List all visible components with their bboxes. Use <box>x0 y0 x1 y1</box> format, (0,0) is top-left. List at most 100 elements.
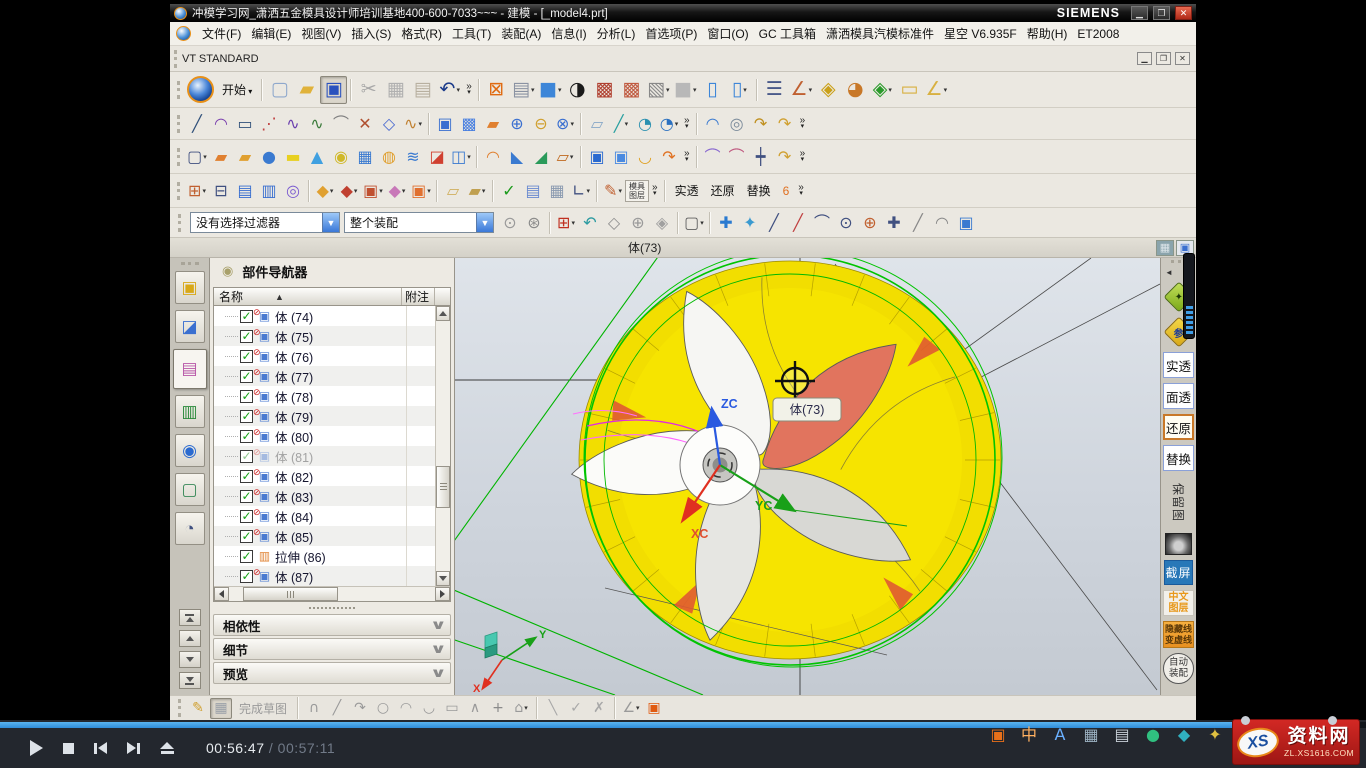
snap-line-1-icon[interactable]: ╱ <box>762 211 786 235</box>
menu-item-0[interactable]: 文件(F) <box>197 25 246 42</box>
finish-sketch[interactable]: 完成草图 <box>233 697 293 720</box>
offset-face-icon[interactable]: ▱▾ <box>553 145 577 169</box>
copy-icon[interactable]: ▦ <box>382 76 409 104</box>
clip-plane-2-icon[interactable]: ▯▾ <box>726 76 753 104</box>
cross-section-icon[interactable]: ┿ <box>749 145 773 169</box>
j-hook-icon[interactable]: ↷ <box>773 145 797 169</box>
preview-panel[interactable]: 预览 ∨ <box>213 662 451 684</box>
thumbnail-button[interactable] <box>1165 533 1192 555</box>
feature-checkbox[interactable]: ✓ <box>240 490 253 503</box>
mold-overflow-icon[interactable]: »▾ <box>649 185 661 197</box>
scrollbar-thumb[interactable] <box>243 587 338 601</box>
spline-icon[interactable]: ∿ <box>305 112 329 136</box>
split-body-icon[interactable]: ◫▾ <box>449 145 473 169</box>
boolean-subtract-icon[interactable]: ⊖ <box>529 112 553 136</box>
start-menu[interactable]: 开始 ▾ <box>216 78 258 101</box>
offset-curve-icon[interactable]: ⌒ <box>329 112 353 136</box>
sk-circle-icon[interactable]: ○ <box>372 698 394 719</box>
tube-icon[interactable]: ◎ <box>725 112 749 136</box>
dependencies-panel[interactable]: 相依性 ∨ <box>213 614 451 636</box>
scroll-left-arrow[interactable] <box>214 587 229 601</box>
sk-rect-icon[interactable]: ▭ <box>441 698 463 719</box>
previous-button[interactable] <box>94 742 107 754</box>
quick-trim-icon[interactable]: ╲ <box>542 698 564 719</box>
snap-line-2-icon[interactable]: ╱ <box>786 211 810 235</box>
validate-check-icon[interactable]: ✓ <box>497 179 521 203</box>
feature-checkbox[interactable]: ✓ <box>240 510 253 523</box>
sk-constraints-icon[interactable]: ∠▾ <box>620 698 642 719</box>
sphere-icon[interactable]: ● <box>257 145 281 169</box>
snap-cube-icon[interactable]: ▣ <box>954 211 978 235</box>
replace-button[interactable]: 替换 <box>1163 445 1194 471</box>
bookmark-2-icon[interactable]: ▥ <box>257 179 281 203</box>
section-cube-3-icon[interactable]: ▧▾ <box>645 76 672 104</box>
sketch-task-icon[interactable]: ✎ <box>187 698 209 719</box>
scroll-right-arrow[interactable] <box>435 587 450 601</box>
face-transparent-button[interactable]: 面透 <box>1163 383 1194 409</box>
mold-diamond-pink-icon[interactable]: ◆▾ <box>385 179 409 203</box>
model-canvas[interactable]: ZC YC XC Y X 体(73) <box>455 258 1160 695</box>
shell-icon[interactable]: ◍ <box>377 145 401 169</box>
sk-arc-icon[interactable]: ↷ <box>349 698 371 719</box>
arc-icon[interactable]: ◠ <box>209 112 233 136</box>
gray-cube-icon[interactable]: ◇ <box>602 211 626 235</box>
restore-button[interactable]: ❐ <box>1153 6 1170 20</box>
stop-button[interactable] <box>63 743 74 754</box>
trim-body-icon[interactable]: ◪ <box>425 145 449 169</box>
mold-diamond-orange-icon[interactable]: ◆▾ <box>313 179 337 203</box>
tree-row[interactable]: ✓▣体 (80) <box>214 426 435 446</box>
restore-display-button[interactable]: 还原 <box>1163 414 1194 440</box>
selection-filter-dropdown[interactable]: 没有选择过滤器 ▼ <box>190 212 340 233</box>
hidden-line-dashed-button[interactable]: 隐藏线变虚线 <box>1163 621 1194 648</box>
cut-icon[interactable]: ✂ <box>355 76 382 104</box>
layer-settings-icon[interactable]: ☰ <box>761 76 788 104</box>
history-palette-icon[interactable]: ▢ <box>175 473 205 506</box>
ime-chinese-icon[interactable]: 中 <box>1017 723 1041 747</box>
scroll-down-arrow[interactable] <box>436 571 450 586</box>
edit-section-icon[interactable]: ⊟ <box>209 179 233 203</box>
menu-item-12[interactable]: 潇洒模具汽模标准件 <box>821 25 939 42</box>
tray-teal-icon[interactable]: ◆ <box>1172 723 1196 747</box>
tree-row[interactable]: ✓▣体 (75) <box>214 326 435 346</box>
csys-display-icon[interactable]: ∠▾ <box>788 76 815 104</box>
menu-item-15[interactable]: ET2008 <box>1072 27 1124 41</box>
next-button[interactable] <box>127 742 140 754</box>
sheet-ops-1-icon[interactable]: ◔ <box>633 112 657 136</box>
custom-overflow-icon[interactable]: »▾ <box>795 185 807 197</box>
sketch-icon[interactable]: ▢▾ <box>185 145 209 169</box>
save-file-icon[interactable]: ▣ <box>320 76 347 104</box>
sk-point-icon[interactable]: + <box>487 698 509 719</box>
chinese-layer-button[interactable]: 中文图层 <box>1163 590 1194 616</box>
menu-item-2[interactable]: 视图(V) <box>296 25 346 42</box>
tree-row[interactable]: ✓▥拉伸 (86) <box>214 546 435 566</box>
bom-table-1-icon[interactable]: ▤ <box>521 179 545 203</box>
details-panel[interactable]: 细节 ∨ <box>213 638 451 660</box>
profile-icon[interactable]: ∩ <box>303 698 325 719</box>
cone-icon[interactable]: ▲ <box>305 145 329 169</box>
tray-green-icon[interactable]: ● <box>1141 723 1165 747</box>
snap-quadrant-icon[interactable]: ✦ <box>738 211 762 235</box>
abs-tool-icon[interactable]: ✎▾ <box>601 179 625 203</box>
edit-display-icon[interactable]: ◕ <box>842 76 869 104</box>
tree-row[interactable]: ✓▣体 (79) <box>214 406 435 426</box>
web-browser-icon[interactable]: ◉ <box>175 434 205 467</box>
play-button[interactable] <box>30 740 43 756</box>
helix-icon[interactable]: ∿▾ <box>401 112 425 136</box>
minimize-button[interactable]: ▁ <box>1131 6 1148 20</box>
sk-line-icon[interactable]: ╱ <box>326 698 348 719</box>
tree-row[interactable]: ✓▣体 (87) <box>214 566 435 586</box>
menu-item-8[interactable]: 分析(L) <box>592 25 641 42</box>
curve-overflow-icon[interactable]: »▾ <box>681 118 693 130</box>
project-curve-icon[interactable]: ✕ <box>353 112 377 136</box>
menu-item-14[interactable]: 帮助(H) <box>1022 25 1073 42</box>
feature-checkbox[interactable]: ✓ <box>240 370 253 383</box>
line-icon[interactable]: ╱ <box>185 112 209 136</box>
feature-checkbox[interactable]: ✓ <box>240 470 253 483</box>
tray-app-orange-icon[interactable]: ▣ <box>986 723 1010 747</box>
selection-scope-dropdown[interactable]: 整个装配 ▼ <box>344 212 494 233</box>
snap-gear-1-icon[interactable]: ⊙ <box>498 211 522 235</box>
file-overflow-icon[interactable]: »▾ <box>463 84 475 96</box>
six-button[interactable]: 6 <box>777 181 796 201</box>
new-file-icon[interactable]: ▢ <box>266 76 293 104</box>
menu-item-5[interactable]: 工具(T) <box>447 25 496 42</box>
